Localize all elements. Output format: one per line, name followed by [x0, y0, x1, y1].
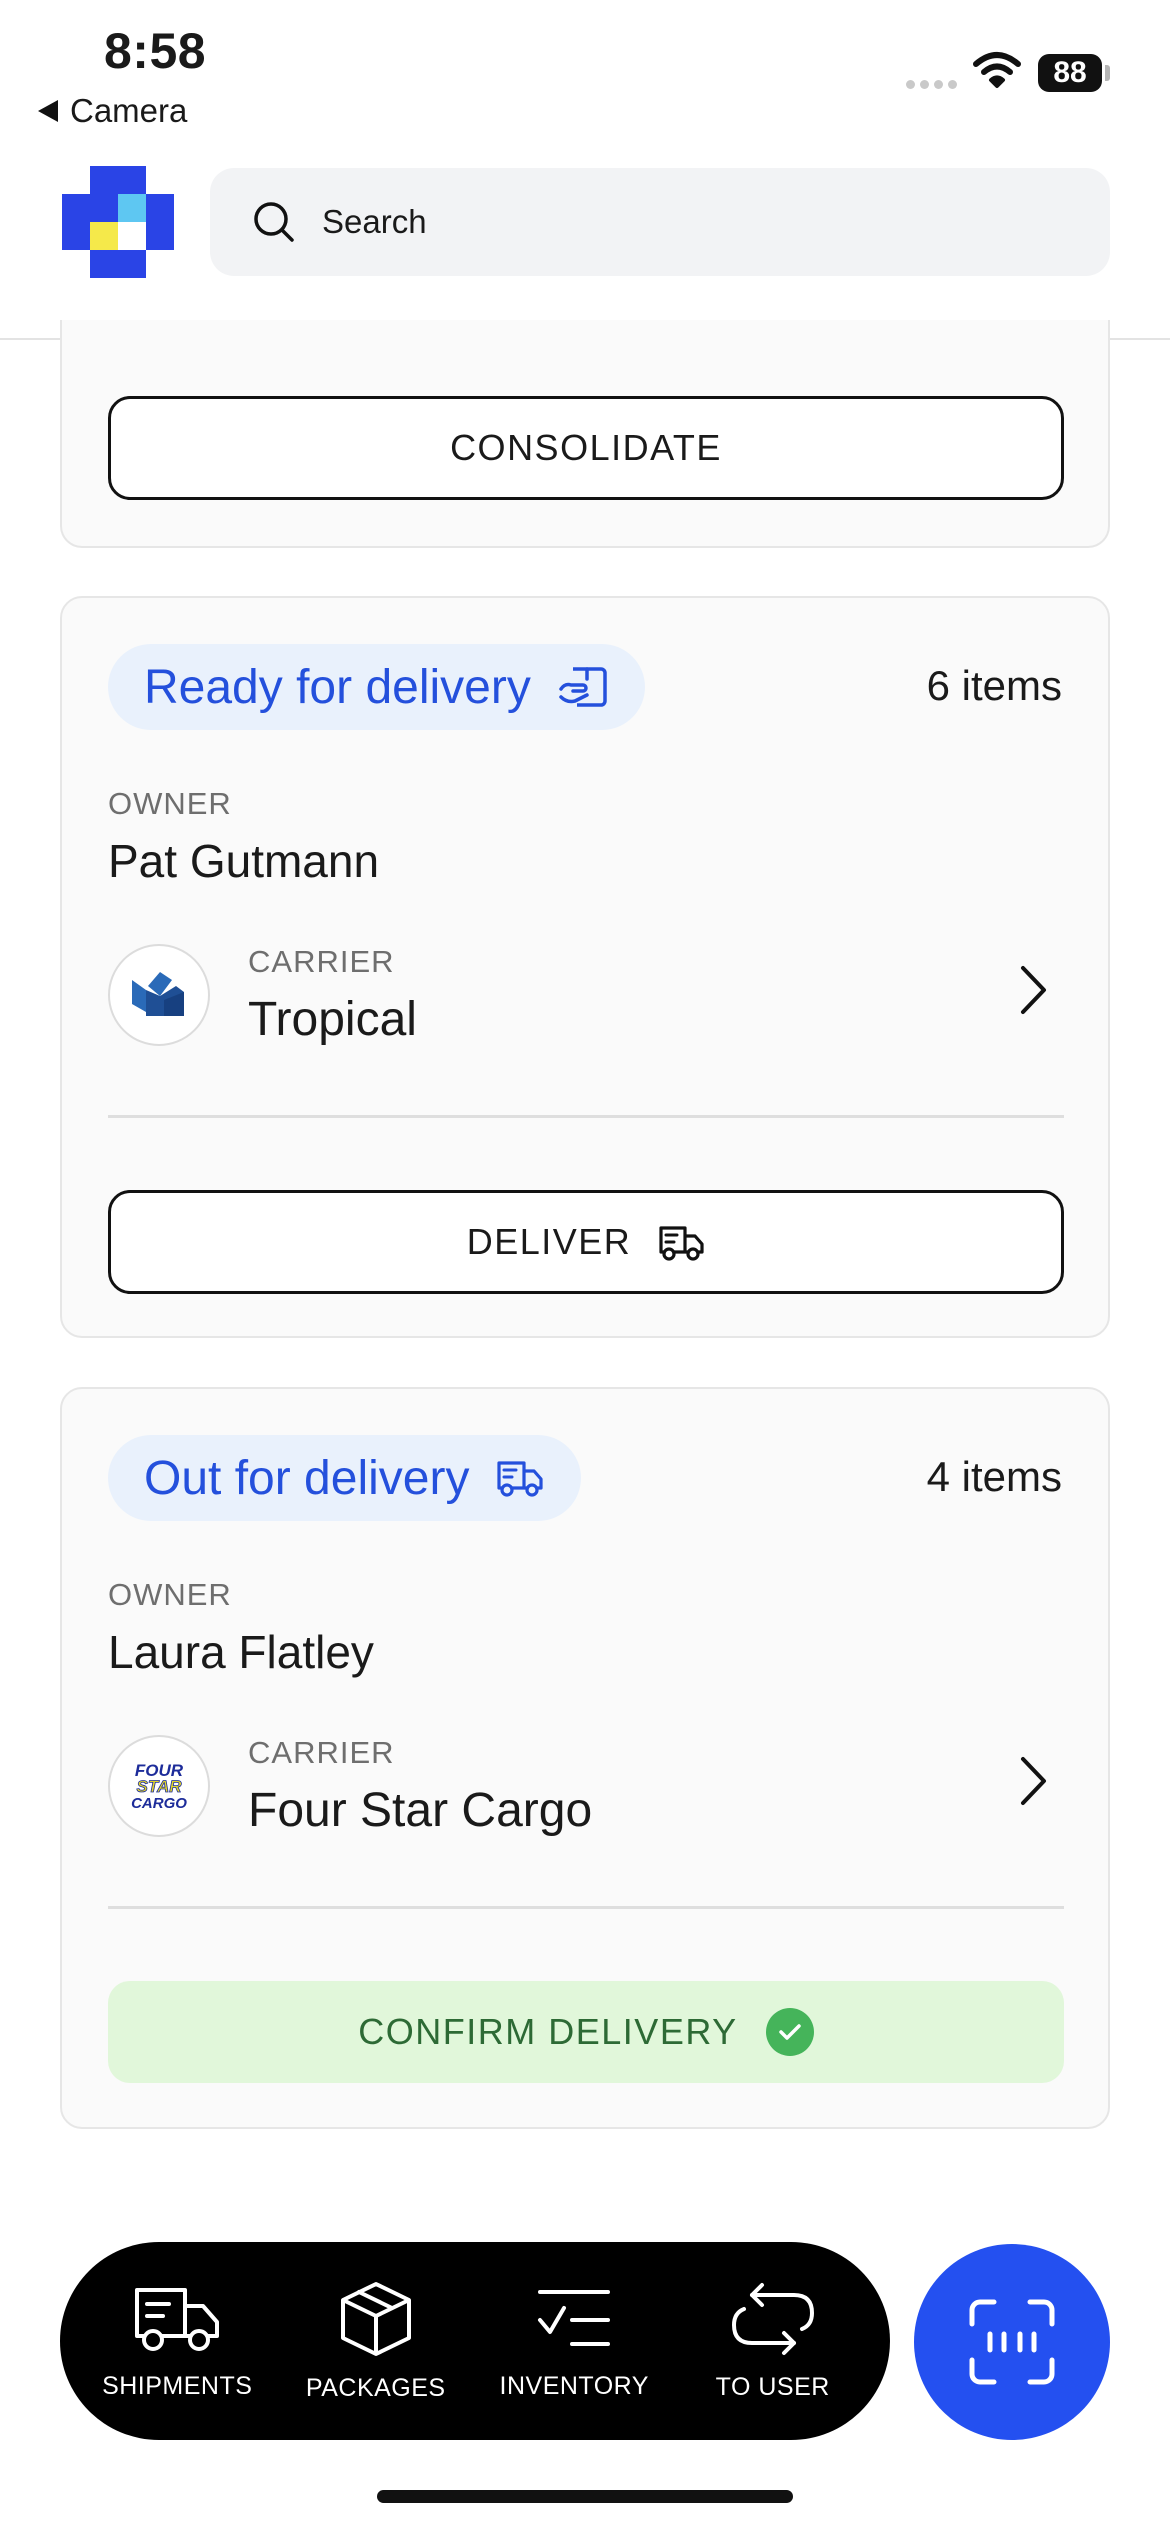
- nav-item-inventory[interactable]: INVENTORY: [479, 2282, 669, 2401]
- nav-item-to-user[interactable]: TO USER: [678, 2281, 868, 2402]
- status-badge: Out for delivery: [108, 1435, 582, 1521]
- shipment-card-ready: Ready for delivery 6 items OWNER Pat Gut…: [60, 596, 1110, 1338]
- status-time: 8:58: [104, 23, 207, 79]
- barcode-scan-icon: [969, 2299, 1055, 2385]
- transfer-icon: [731, 2282, 814, 2355]
- truck-icon: [497, 1461, 544, 1497]
- battery-level: 88: [1053, 56, 1087, 89]
- carrier-name: Tropical: [248, 993, 417, 1046]
- check-circle-icon: [765, 2008, 814, 2056]
- scan-button[interactable]: [914, 2244, 1110, 2440]
- search-bar[interactable]: Search: [210, 168, 1110, 276]
- owner-label: OWNER: [108, 786, 232, 821]
- search-placeholder: Search: [322, 203, 427, 240]
- chevron-right-icon[interactable]: [1018, 1755, 1048, 1807]
- status-bar: 8:58 Camera 88: [0, 0, 1170, 150]
- svg-text:STAR: STAR: [136, 1777, 182, 1796]
- nav-label-shipments: SHIPMENTS: [102, 2371, 253, 2400]
- nav-label-inventory: INVENTORY: [499, 2371, 649, 2400]
- svg-text:CARGO: CARGO: [131, 1795, 187, 1812]
- app-logo[interactable]: [62, 166, 174, 278]
- cellular-signal-icon: [906, 80, 957, 89]
- owner-name: Laura Flatley: [108, 1626, 374, 1678]
- nav-label-to-user: TO USER: [715, 2372, 830, 2401]
- bottom-nav: SHIPMENTS PACKAGES INVENTORY TO USER: [60, 2242, 890, 2440]
- back-to-app-link[interactable]: Camera: [38, 92, 187, 130]
- four-star-cargo-logo: FOUR STAR CARGO: [108, 1735, 210, 1837]
- back-app-label: Camera: [70, 92, 188, 129]
- carrier-label: CARRIER: [248, 1735, 395, 1770]
- hand-box-icon: [559, 667, 607, 707]
- card-divider: [108, 1906, 1064, 1909]
- truck-icon: [135, 2287, 220, 2351]
- items-count: 4 items: [926, 1453, 1062, 1500]
- carrier-label: CARRIER: [248, 944, 395, 979]
- consolidate-button[interactable]: CONSOLIDATE: [108, 396, 1064, 500]
- carrier-name: Four Star Cargo: [248, 1784, 593, 1837]
- tropical-logo: [108, 944, 210, 1046]
- battery-nub: [1105, 65, 1110, 81]
- consolidate-card: CONSOLIDATE: [60, 320, 1110, 548]
- status-label: Out for delivery: [144, 1451, 470, 1505]
- back-triangle-icon: [38, 100, 58, 122]
- items-count: 6 items: [926, 662, 1062, 709]
- search-icon: [254, 202, 294, 242]
- truck-icon: [659, 1226, 704, 1261]
- battery-indicator: 88: [1038, 54, 1102, 92]
- nav-label-packages: PACKAGES: [305, 2373, 446, 2402]
- confirm-delivery-label: CONFIRM DELIVERY: [358, 2011, 738, 2052]
- app-header: Search: [0, 150, 1170, 340]
- consolidate-label: CONSOLIDATE: [450, 427, 722, 468]
- owner-name: Pat Gutmann: [108, 835, 380, 887]
- status-badge: Ready for delivery: [108, 644, 645, 730]
- checklist-icon: [538, 2289, 611, 2346]
- status-label: Ready for delivery: [144, 660, 531, 714]
- chevron-right-icon[interactable]: [1018, 964, 1048, 1016]
- confirm-delivery-button[interactable]: CONFIRM DELIVERY: [108, 1981, 1064, 2083]
- nav-item-packages[interactable]: PACKAGES: [281, 2280, 471, 2403]
- box-icon: [340, 2281, 411, 2356]
- card-divider: [108, 1115, 1064, 1118]
- owner-label: OWNER: [108, 1577, 232, 1612]
- home-indicator[interactable]: [377, 2490, 793, 2503]
- deliver-label: DELIVER: [466, 1221, 632, 1262]
- wifi-icon: [973, 52, 1021, 88]
- shipment-card-out: Out for delivery 4 items OWNER Laura Fla…: [60, 1387, 1110, 2129]
- deliver-button[interactable]: DELIVER: [108, 1190, 1064, 1294]
- nav-item-shipments[interactable]: SHIPMENTS: [82, 2282, 272, 2401]
